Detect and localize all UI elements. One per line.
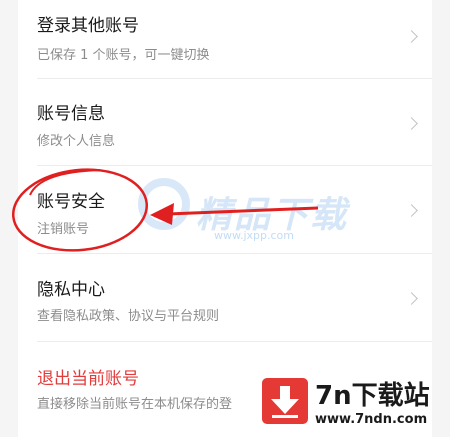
badge-title: 7n下载站: [315, 381, 430, 411]
account-info-row[interactable]: 账号信息 修改个人信息: [18, 79, 432, 166]
chevron-right-icon: [405, 292, 418, 305]
chevron-right-icon: [405, 30, 418, 43]
logout-subtitle: 直接移除当前账号在本机保存的登: [37, 397, 233, 412]
row-subtitle: 已保存 1 个账号，可一键切换: [37, 48, 210, 63]
badge-url: www.7ndn.com: [315, 412, 428, 427]
download-arrow-icon: [262, 378, 308, 424]
login-other-account-row[interactable]: 登录其他账号 已保存 1 个账号，可一键切换: [18, 0, 432, 87]
row-title: 隐私中心: [37, 280, 105, 300]
watermark-url: www.jxpp.com: [214, 229, 294, 242]
chevron-right-icon: [405, 117, 418, 130]
row-subtitle: 修改个人信息: [37, 134, 116, 149]
site-badge: 7n下载站 www.7ndn.com: [255, 364, 450, 437]
row-subtitle: 注销账号: [37, 222, 90, 237]
row-title: 账号信息: [37, 104, 105, 124]
chevron-right-icon: [405, 204, 418, 217]
watermark-logo-icon: [138, 178, 190, 230]
logout-title: 退出当前账号: [37, 369, 139, 389]
row-title: 登录其他账号: [37, 16, 139, 36]
row-subtitle: 查看隐私政策、协议与平台规则: [37, 309, 220, 324]
privacy-center-row[interactable]: 隐私中心 查看隐私政策、协议与平台规则: [18, 254, 432, 341]
row-title: 账号安全: [37, 192, 105, 212]
